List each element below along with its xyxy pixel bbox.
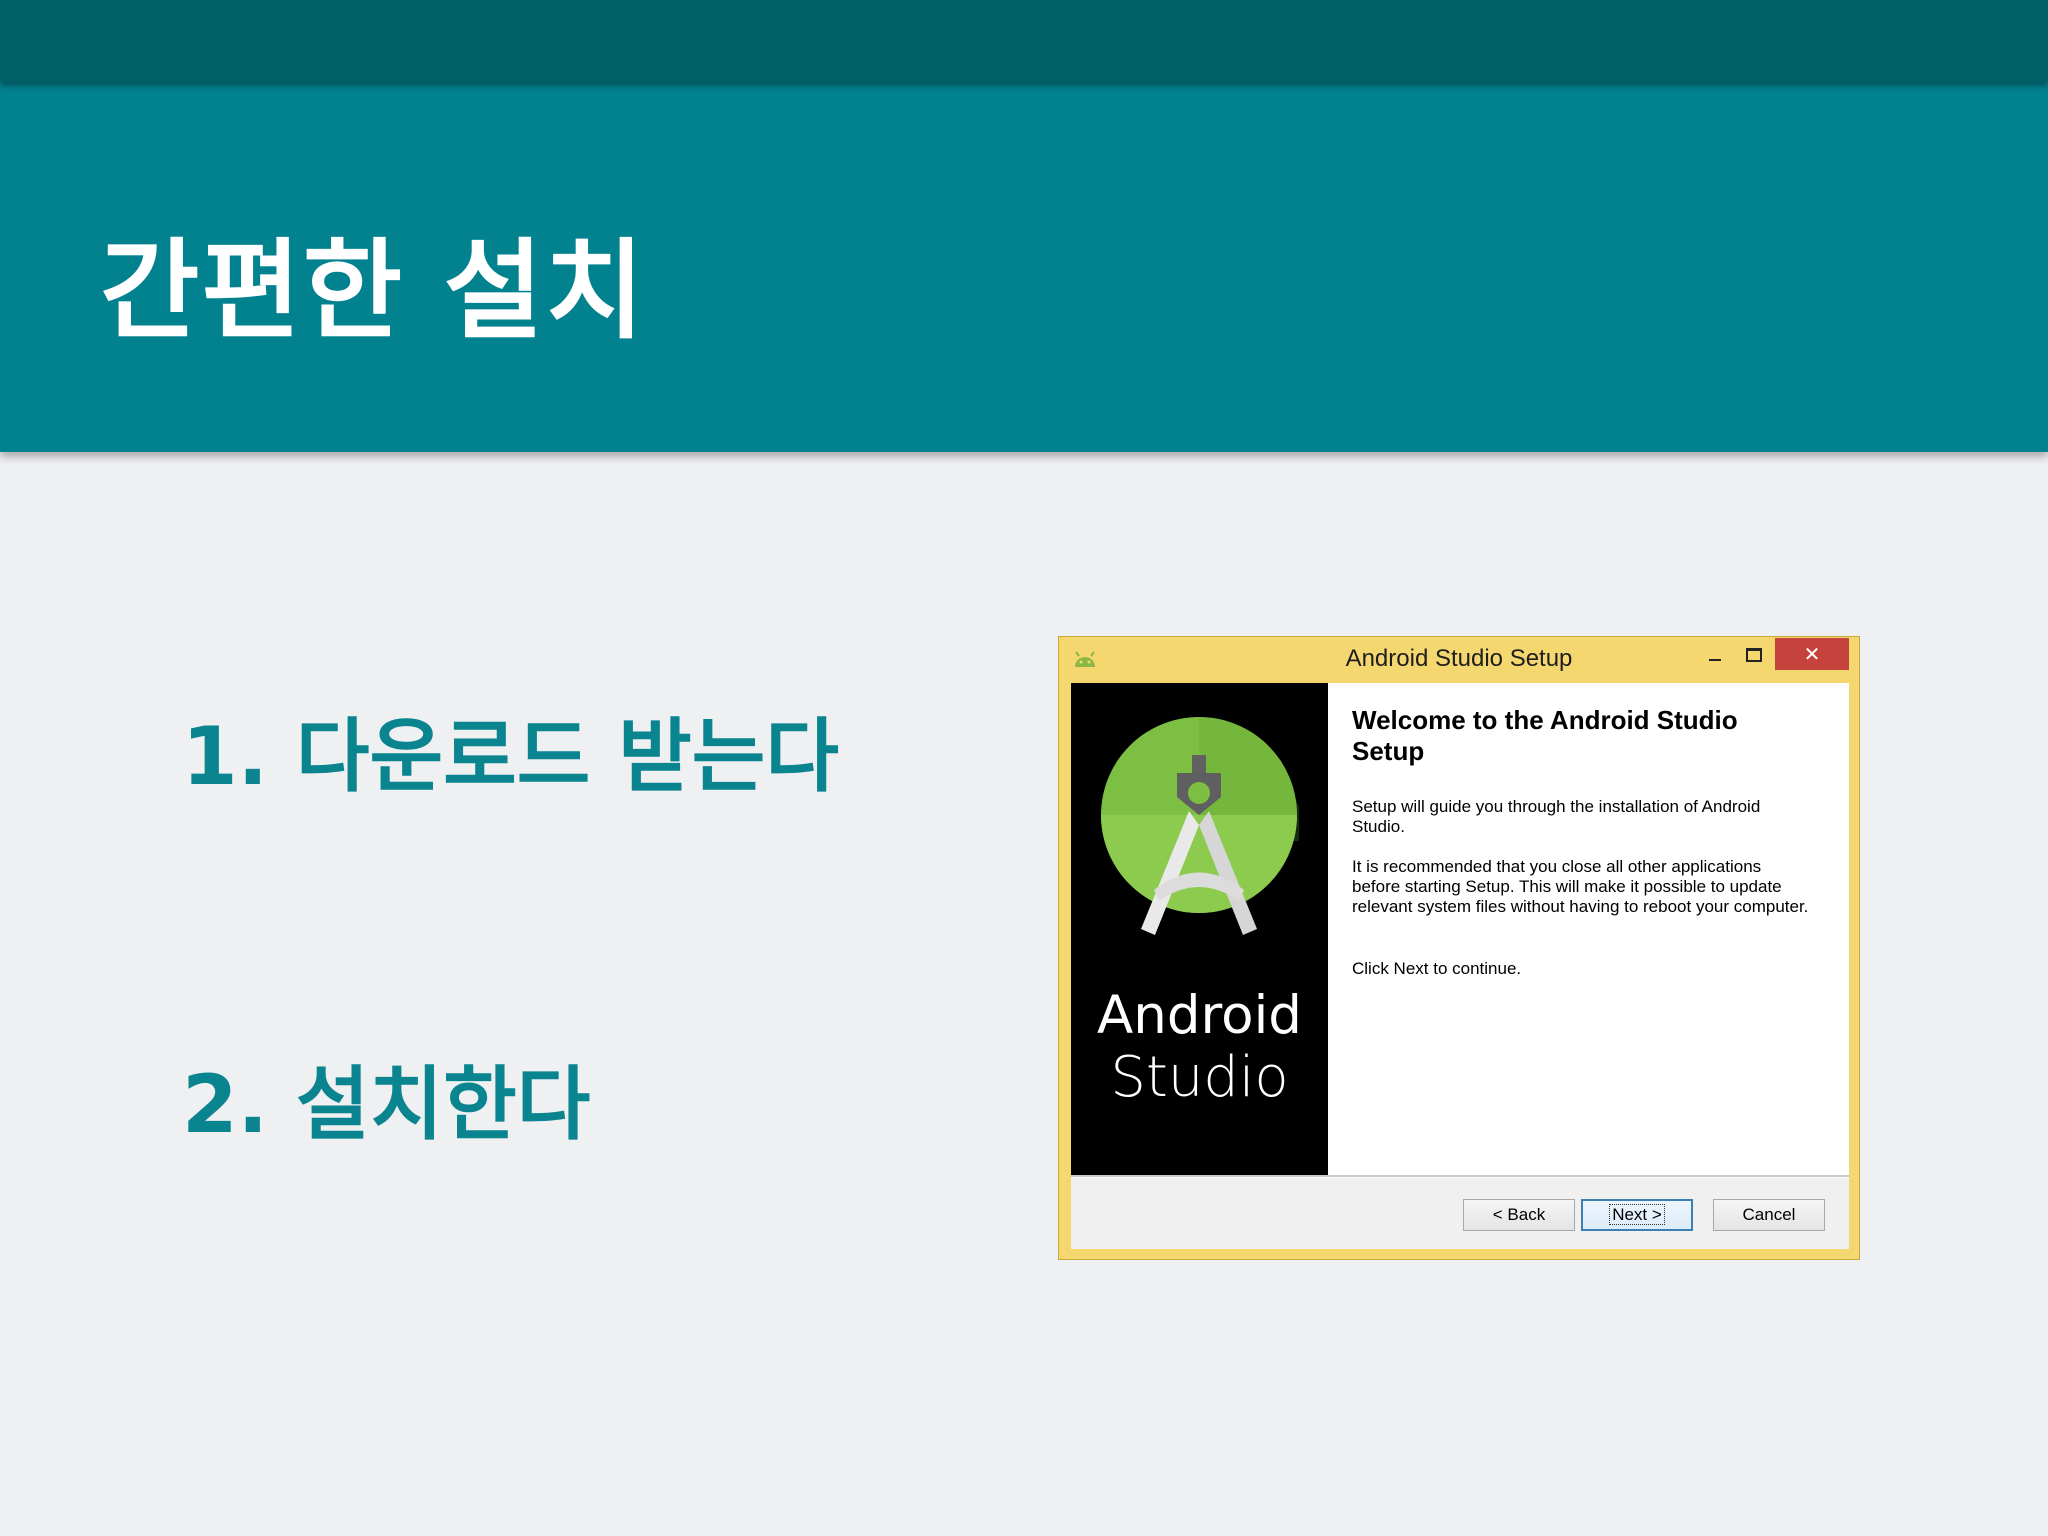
window-titlebar[interactable]: Android Studio Setup ✕ <box>1059 637 1859 683</box>
setup-window: Android Studio Setup ✕ Android Studio We… <box>1058 636 1860 1260</box>
brand-panel: Android Studio <box>1071 683 1328 1175</box>
continue-paragraph: Click Next to continue. <box>1352 959 1522 978</box>
intro-paragraph: Setup will guide you through the install… <box>1352 797 1761 836</box>
step-install: 2. 설치한다 <box>182 1058 591 1151</box>
slide-header: 간편한 설치 <box>0 82 2048 452</box>
android-studio-logo <box>1101 717 1299 935</box>
recommendation-paragraph: It is recommended that you close all oth… <box>1352 857 1809 916</box>
brand-android: Android <box>1097 985 1302 1046</box>
close-icon[interactable]: ✕ <box>1775 638 1849 670</box>
top-bar <box>0 0 2048 82</box>
minimize-icon[interactable] <box>1697 639 1733 671</box>
welcome-heading: Welcome to the Android Studio Setup <box>1352 705 1738 766</box>
cancel-button[interactable]: Cancel <box>1713 1199 1825 1231</box>
step-download: 1. 다운로드 받는다 <box>182 710 839 803</box>
maximize-icon[interactable] <box>1735 639 1771 671</box>
welcome-panel: Welcome to the Android Studio Setup Setu… <box>1328 683 1849 1175</box>
window-client: Android Studio Welcome to the Android St… <box>1071 683 1849 1249</box>
button-divider <box>1071 1175 1849 1178</box>
next-button-label: Next > <box>1609 1204 1665 1225</box>
slide-title: 간편한 설치 <box>100 229 647 354</box>
brand-studio: Studio <box>1110 1045 1289 1110</box>
back-button[interactable]: < Back <box>1463 1199 1575 1231</box>
next-button[interactable]: Next > <box>1581 1199 1693 1231</box>
